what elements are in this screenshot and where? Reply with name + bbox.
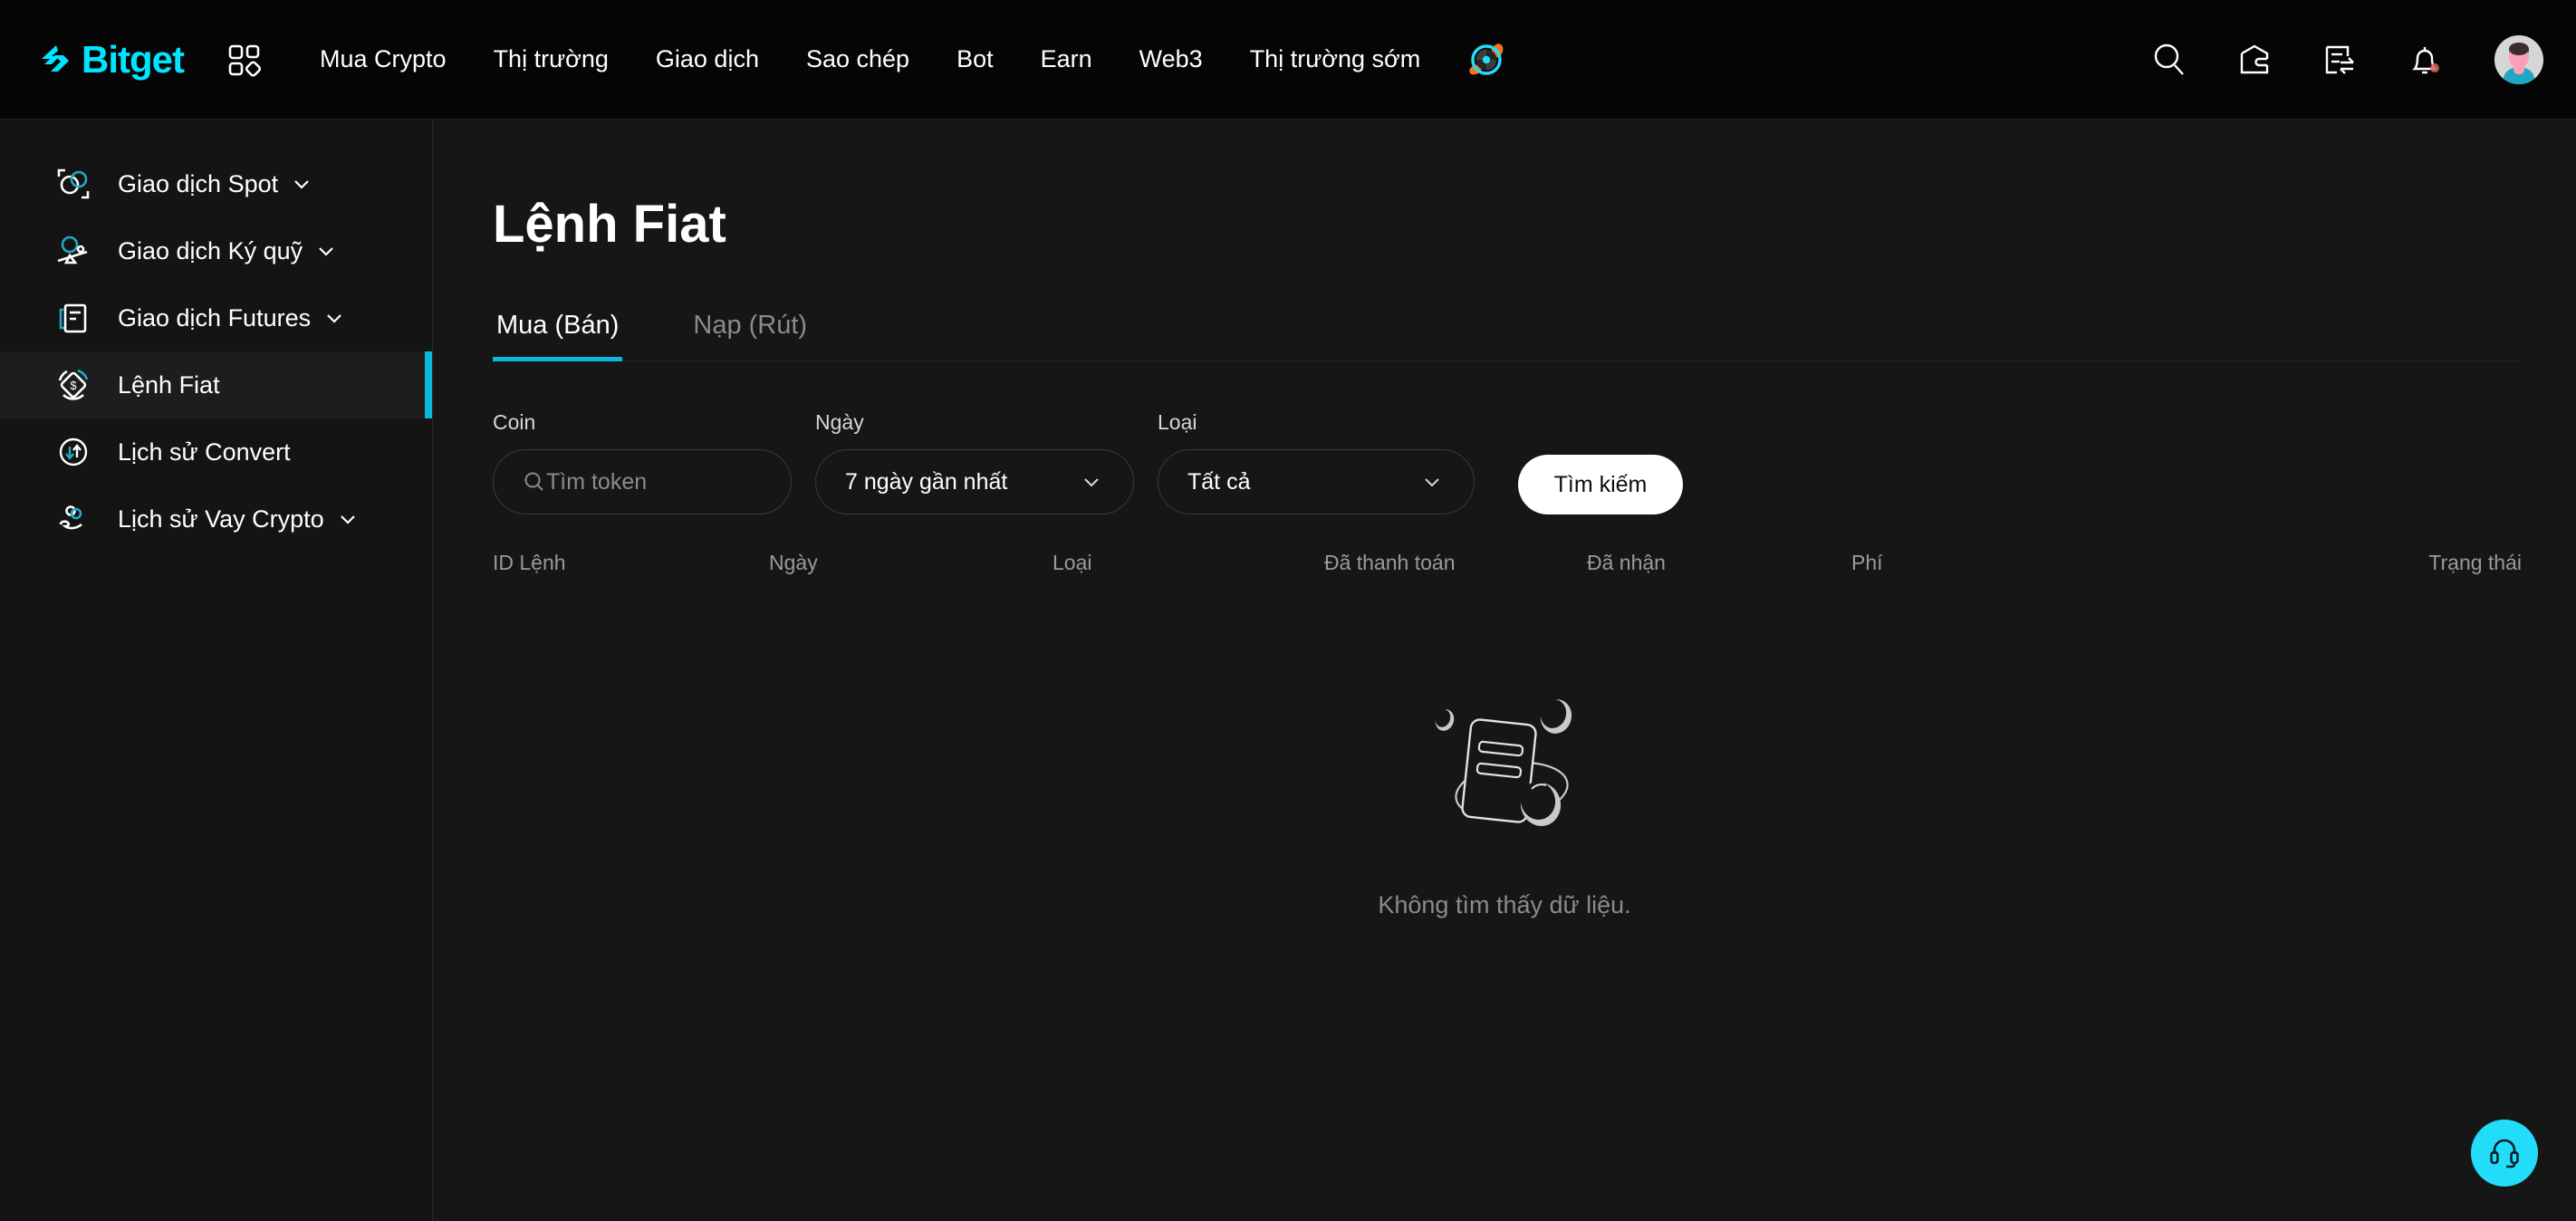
sidebar-label-giao-dich-futures: Giao dịch Futures bbox=[118, 303, 312, 332]
nav-thi-truong-som[interactable]: Thị trường sớm bbox=[1226, 45, 1445, 73]
sidebar-label-giao-dich-ky-quy: Giao dịch Ký quỹ bbox=[118, 236, 303, 264]
chevron-down-icon bbox=[291, 173, 312, 195]
column-header-phi: Phí bbox=[1851, 551, 1883, 574]
bitget-logo-mark bbox=[36, 41, 74, 79]
filter-date: Ngày 7 ngày gần nhất bbox=[815, 410, 1134, 514]
date-range-value: 7 ngày gần nhất bbox=[845, 468, 1008, 495]
convert-history-icon bbox=[53, 431, 94, 473]
headset-support-icon bbox=[2485, 1131, 2524, 1176]
column-header-id-lenh: ID Lệnh bbox=[493, 551, 566, 574]
table-header-row: ID Lệnh Ngày Loại Đã thanh toán Đã nhận … bbox=[493, 551, 2522, 575]
type-value: Tất cả bbox=[1187, 468, 1251, 495]
search-icon bbox=[523, 470, 546, 494]
column-header-trang-thai: Trạng thái bbox=[2428, 551, 2522, 574]
no-data-document-illustration bbox=[1405, 684, 1604, 851]
search-button[interactable]: Tìm kiếm bbox=[1518, 455, 1683, 514]
nav-bot[interactable]: Bot bbox=[933, 45, 1017, 73]
nav-mua-crypto[interactable]: Mua Crypto bbox=[296, 45, 470, 73]
sidebar-item-giao-dich-futures[interactable]: Giao dịch Futures bbox=[0, 284, 432, 351]
nav-earn[interactable]: Earn bbox=[1017, 45, 1116, 73]
tab-mua-ban[interactable]: Mua (Bán) bbox=[493, 311, 623, 361]
spot-trade-icon bbox=[53, 163, 94, 205]
primary-nav-links: Mua Crypto Thị trường Giao dịch Sao chép… bbox=[296, 37, 1509, 82]
empty-state-text: Không tìm thấy dữ liệu. bbox=[1378, 891, 1631, 918]
loan-history-icon bbox=[53, 498, 94, 540]
sidebar-label-lenh-fiat: Lệnh Fiat bbox=[118, 370, 220, 399]
filter-coin-label: Coin bbox=[493, 410, 536, 434]
column-header-loai: Loại bbox=[1053, 551, 1092, 574]
nav-giao-dich[interactable]: Giao dịch bbox=[632, 45, 783, 73]
margin-trade-icon bbox=[53, 230, 94, 272]
svg-text:$: $ bbox=[70, 379, 77, 392]
top-navigation-bar: Bitget Mua Crypto Thị trường Giao dịch S… bbox=[0, 0, 2576, 120]
sidebar-label-giao-dich-spot: Giao dịch Spot bbox=[118, 169, 279, 197]
nav-thi-truong[interactable]: Thị trường bbox=[470, 45, 632, 73]
main-content: Lệnh Fiat Mua (Bán) Nạp (Rút) Coin Tìm t… bbox=[433, 120, 2576, 1221]
filter-type-label: Loại bbox=[1158, 410, 1197, 434]
chevron-down-icon bbox=[1079, 469, 1104, 495]
target-promo-icon[interactable] bbox=[1464, 37, 1509, 82]
coin-search-placeholder: Tìm token bbox=[546, 468, 648, 495]
page-title: Lệnh Fiat bbox=[493, 195, 726, 254]
fiat-orders-icon: $ bbox=[53, 364, 94, 406]
filter-type: Loại Tất cả bbox=[1158, 410, 1475, 514]
app-root: Bitget Mua Crypto Thị trường Giao dịch S… bbox=[0, 0, 2576, 1221]
chevron-down-icon bbox=[337, 508, 359, 530]
sidebar-item-giao-dich-spot[interactable]: Giao dịch Spot bbox=[0, 150, 432, 217]
sidebar-item-giao-dich-ky-quy[interactable]: Giao dịch Ký quỹ bbox=[0, 217, 432, 284]
chevron-down-icon bbox=[315, 240, 337, 262]
sidebar-label-lich-su-vay-crypto: Lịch sử Vay Crypto bbox=[118, 505, 324, 533]
bitget-logo[interactable]: Bitget bbox=[36, 37, 185, 82]
futures-trade-icon bbox=[53, 297, 94, 339]
support-chat-button[interactable] bbox=[2471, 1120, 2538, 1187]
filter-bar: Coin Tìm token Ngày 7 ngày gần nhất Loại… bbox=[493, 410, 2576, 514]
left-sidebar: Giao dịch Spot Giao dịch Ký quỹ Giao dịc… bbox=[0, 120, 433, 1221]
bell-notification-icon[interactable] bbox=[2406, 41, 2444, 79]
column-header-ngay: Ngày bbox=[769, 551, 818, 574]
sidebar-label-lich-su-convert: Lịch sử Convert bbox=[118, 437, 291, 466]
nav-sao-chep[interactable]: Sao chép bbox=[783, 45, 933, 73]
sidebar-item-lich-su-vay-crypto[interactable]: Lịch sử Vay Crypto bbox=[0, 486, 432, 553]
top-right-actions bbox=[2103, 0, 2543, 120]
filter-date-label: Ngày bbox=[815, 410, 864, 434]
orders-transfer-icon[interactable] bbox=[2321, 41, 2359, 79]
column-header-da-thanh-toan: Đã thanh toán bbox=[1324, 551, 1456, 574]
wallet-icon[interactable] bbox=[2235, 41, 2273, 79]
tab-nap-rut[interactable]: Nạp (Rút) bbox=[689, 311, 811, 361]
sidebar-item-lich-su-convert[interactable]: Lịch sử Convert bbox=[0, 418, 432, 486]
grid-apps-icon[interactable] bbox=[226, 42, 262, 78]
type-select[interactable]: Tất cả bbox=[1158, 449, 1475, 514]
filter-coin: Coin Tìm token bbox=[493, 410, 792, 514]
search-icon[interactable] bbox=[2150, 41, 2188, 79]
chevron-down-icon bbox=[323, 307, 345, 329]
order-tabs: Mua (Bán) Nạp (Rút) bbox=[493, 311, 2522, 361]
nav-web3[interactable]: Web3 bbox=[1116, 45, 1226, 73]
empty-state: Không tìm thấy dữ liệu. bbox=[433, 684, 2576, 919]
date-range-select[interactable]: 7 ngày gần nhất bbox=[815, 449, 1134, 514]
coin-search-input[interactable]: Tìm token bbox=[493, 449, 792, 514]
bitget-logo-text: Bitget bbox=[82, 37, 185, 81]
chevron-down-icon bbox=[1419, 469, 1445, 495]
user-avatar[interactable] bbox=[2494, 35, 2543, 84]
column-header-da-nhan: Đã nhận bbox=[1587, 551, 1666, 574]
sidebar-item-lenh-fiat[interactable]: $ Lệnh Fiat bbox=[0, 351, 432, 418]
